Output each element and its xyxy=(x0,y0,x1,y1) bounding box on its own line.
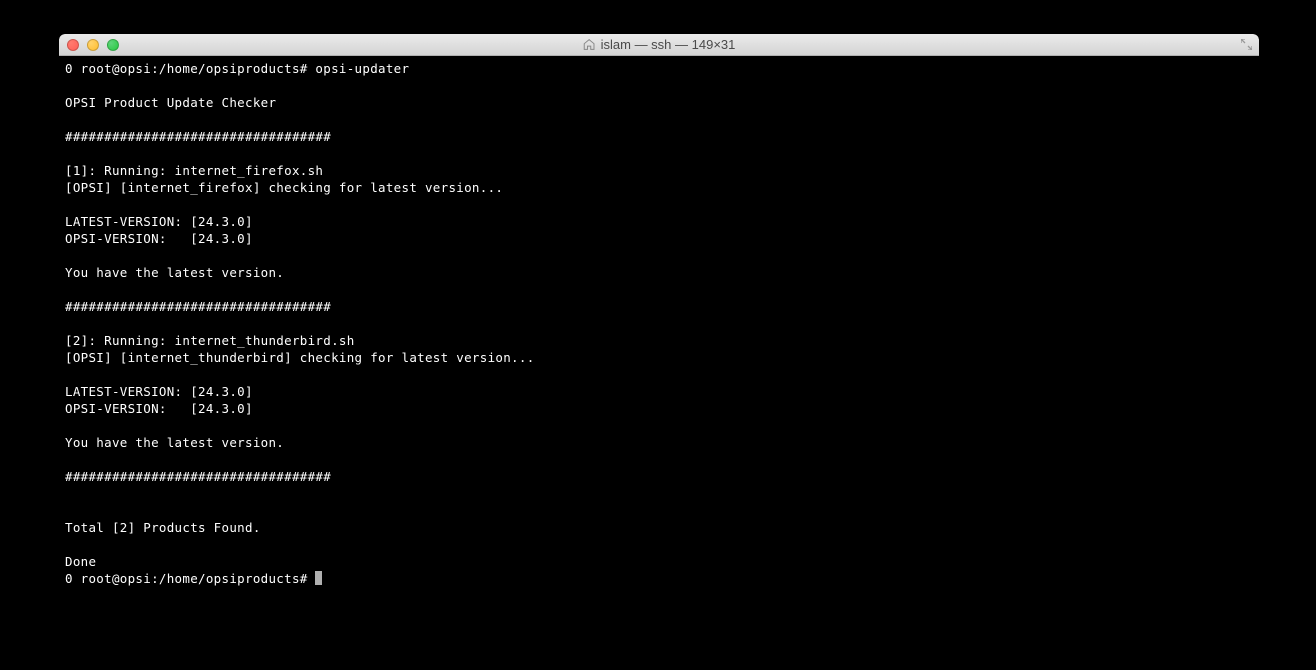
terminal-window: islam — ssh — 149×31 0 root@opsi:/home/o… xyxy=(59,34,1259,639)
terminal-line: LATEST-VERSION: [24.3.0] xyxy=(65,214,253,229)
terminal-prompt-line: 0 root@opsi:/home/opsiproducts# xyxy=(65,571,315,586)
terminal-line: [2]: Running: internet_thunderbird.sh xyxy=(65,333,355,348)
titlebar[interactable]: islam — ssh — 149×31 xyxy=(59,34,1259,56)
terminal-output[interactable]: 0 root@opsi:/home/opsiproducts# opsi-upd… xyxy=(59,56,1259,639)
window-title: islam — ssh — 149×31 xyxy=(601,37,736,52)
terminal-line: ################################## xyxy=(65,299,331,314)
window-title-container: islam — ssh — 149×31 xyxy=(583,37,736,52)
terminal-line: [1]: Running: internet_firefox.sh xyxy=(65,163,323,178)
terminal-line: Done xyxy=(65,554,96,569)
terminal-line: ################################## xyxy=(65,469,331,484)
terminal-line: OPSI-VERSION: [24.3.0] xyxy=(65,231,253,246)
terminal-line: [OPSI] [internet_thunderbird] checking f… xyxy=(65,350,535,365)
close-button[interactable] xyxy=(67,39,79,51)
terminal-line: Total [2] Products Found. xyxy=(65,520,261,535)
zoom-button[interactable] xyxy=(107,39,119,51)
fullscreen-icon[interactable] xyxy=(1239,38,1253,52)
terminal-line: ################################## xyxy=(65,129,331,144)
terminal-line: [OPSI] [internet_firefox] checking for l… xyxy=(65,180,503,195)
terminal-line: LATEST-VERSION: [24.3.0] xyxy=(65,384,253,399)
terminal-line: 0 root@opsi:/home/opsiproducts# opsi-upd… xyxy=(65,61,409,76)
terminal-line: You have the latest version. xyxy=(65,265,284,280)
cursor xyxy=(315,571,322,585)
terminal-line: You have the latest version. xyxy=(65,435,284,450)
home-icon xyxy=(583,38,596,51)
terminal-line: OPSI-VERSION: [24.3.0] xyxy=(65,401,253,416)
terminal-line: OPSI Product Update Checker xyxy=(65,95,276,110)
minimize-button[interactable] xyxy=(87,39,99,51)
traffic-lights xyxy=(59,39,119,51)
